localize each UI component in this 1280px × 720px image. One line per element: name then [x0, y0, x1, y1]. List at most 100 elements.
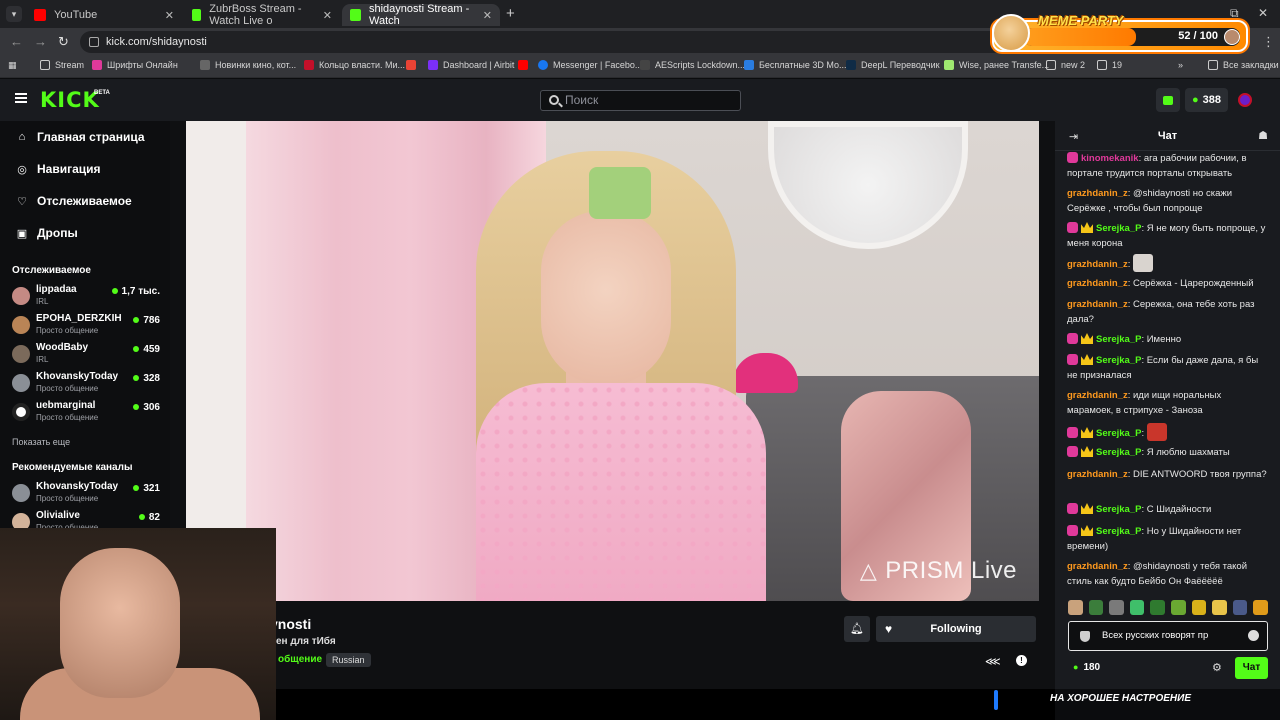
restore-window-icon[interactable]: ⧉ [1230, 6, 1239, 21]
sidebar-item-drops[interactable]: ▣ Дропы [16, 226, 78, 240]
chat-points[interactable]: 180 [1073, 662, 1100, 673]
emote-icon[interactable] [1109, 600, 1124, 615]
tab-zubrboss[interactable]: ZubrBoss Stream - Watch Live o ✕ [184, 3, 340, 27]
video-player[interactable]: PRISM Live [186, 121, 1039, 601]
chat-username[interactable]: Serejka_P [1096, 428, 1141, 439]
chat-text: Но у Шидайности нет времени) [1067, 526, 1242, 552]
tab-shidaynosti[interactable]: shidaynosti Stream - Watch ✕ [342, 3, 500, 27]
follow-button[interactable]: ♥ Following [876, 616, 1036, 642]
forward-icon[interactable]: → [34, 34, 47, 49]
sidebar-channel[interactable]: EPOHA_DERZKIH Просто общение 786 [12, 313, 160, 341]
bookmark-deepl[interactable]: DeepL Переводчик [846, 60, 940, 70]
sidebar-channel[interactable]: lippadaa IRL 1,7 тыс. [12, 284, 160, 312]
bookmark-rings[interactable]: Кольцо власти. Ми... [304, 60, 405, 70]
stream-title: ен для тИбя [276, 636, 336, 647]
bookmark-youtube[interactable] [518, 60, 533, 70]
close-tab-icon[interactable]: ✕ [483, 9, 492, 22]
more-bookmarks-icon[interactable]: » [1178, 60, 1183, 70]
bookmark-aescripts[interactable]: AEScripts Lockdown... [640, 60, 745, 70]
chat-username[interactable]: grazhdanin_z [1067, 390, 1128, 401]
bookmark-all[interactable]: Все закладки [1208, 60, 1279, 70]
sidebar-channel[interactable]: uebmarginal Просто общение 306 [12, 400, 160, 428]
emote-icon[interactable] [1150, 600, 1165, 615]
sidebar-item-following[interactable]: ♡ Отслеживаемое [16, 194, 132, 208]
reload-icon[interactable]: ↻ [58, 34, 69, 50]
chat-username[interactable]: Serejka_P [1096, 334, 1141, 345]
chat-username[interactable]: grazhdanin_z [1067, 561, 1128, 572]
site-info-icon[interactable] [89, 37, 99, 47]
gear-icon[interactable]: ⚙ [1212, 661, 1222, 674]
show-more-link[interactable]: Показать еще [12, 437, 70, 447]
bookmark-movies[interactable]: Новинки кино, кот... [200, 60, 296, 70]
emote-icon[interactable] [1253, 600, 1268, 615]
meme-party-progress-fill [1024, 28, 1137, 46]
following-section-title: Отслеживаемое [12, 265, 91, 276]
chat-input[interactable]: Всех русских говорят пр [1068, 621, 1268, 651]
emote-icon[interactable] [1191, 600, 1207, 615]
bookmark-new2[interactable]: new 2 [1046, 60, 1085, 70]
airbit-icon [428, 60, 438, 70]
bookmark-gmail[interactable] [406, 60, 421, 70]
bookmark-wise[interactable]: Wise, ранее Transfe... [944, 60, 1049, 70]
chat-username[interactable]: grazhdanin_z [1067, 299, 1128, 310]
chat-username[interactable]: Serejka_P [1096, 504, 1141, 515]
bookmark-19[interactable]: 19 [1097, 60, 1122, 70]
language-tag[interactable]: Russian [326, 653, 371, 667]
emote-icon[interactable] [1088, 600, 1104, 615]
emote-icon[interactable] [1129, 600, 1145, 615]
close-window-icon[interactable]: ✕ [1258, 6, 1268, 20]
chat-username[interactable]: Serejka_P [1096, 223, 1141, 234]
tab-search-button[interactable]: ▾ [6, 6, 22, 22]
bookmark-airbit[interactable]: Dashboard | Airbit [428, 60, 514, 70]
webcam-overlay [0, 528, 276, 720]
profile-avatar[interactable] [1234, 88, 1256, 112]
folder-icon [1097, 60, 1107, 70]
points-button[interactable]: ● 388 [1185, 88, 1228, 112]
notification-bell-button[interactable]: 🔔︎ [844, 616, 870, 642]
bookmark-3d-models[interactable]: Бесплатные 3D Мо... [744, 60, 847, 70]
back-icon[interactable]: ← [10, 34, 23, 49]
subscriber-badge-icon [1067, 354, 1078, 365]
chat-username[interactable]: kinomekanik [1081, 153, 1139, 164]
send-chat-button[interactable]: Чат [1235, 657, 1268, 679]
sidebar-channel[interactable]: KhovanskyToday Просто общение 321 [12, 481, 160, 509]
bookmark-messenger[interactable]: Messenger | Facebo... [538, 60, 642, 70]
emoji-icon[interactable] [1248, 630, 1259, 641]
wallet-icon[interactable] [1156, 88, 1180, 112]
chat-text: Именно [1146, 334, 1182, 345]
chat-username[interactable]: grazhdanin_z [1067, 259, 1128, 270]
chat-username[interactable]: grazhdanin_z [1067, 188, 1128, 199]
chat-users-icon[interactable]: ☗ [1258, 129, 1268, 142]
chat-username[interactable]: Serejka_P [1096, 355, 1141, 366]
chat-username[interactable]: Serejka_P [1096, 526, 1141, 537]
info-icon[interactable]: ! [1016, 655, 1027, 666]
bookmark-stream[interactable]: Stream [40, 60, 84, 70]
bookmark-fonts[interactable]: Шрифты Онлайн [92, 60, 178, 70]
emote-icon[interactable] [1232, 600, 1248, 615]
sidebar-item-browse[interactable]: ◎ Навигация [16, 162, 100, 176]
sidebar-channel[interactable]: KhovanskyToday Просто общение 328 [12, 371, 160, 399]
emote-icon[interactable] [1170, 600, 1186, 615]
stream-category[interactable]: общение [278, 654, 322, 665]
chat-username[interactable]: grazhdanin_z [1067, 469, 1128, 480]
chat-username[interactable]: grazhdanin_z [1067, 278, 1128, 289]
share-icon[interactable]: ⋘ [985, 655, 1001, 668]
video-scene-curler [589, 167, 651, 219]
tab-youtube[interactable]: YouTube ✕ [26, 4, 182, 26]
close-tab-icon[interactable]: ✕ [165, 9, 174, 22]
chat-separator: : [1141, 428, 1147, 439]
emote-icon[interactable] [1212, 600, 1227, 615]
url-field[interactable]: kick.com/shidaynosti [80, 31, 1080, 53]
sidebar-item-home[interactable]: ⌂ Главная страница [16, 130, 145, 144]
browser-menu-icon[interactable]: ⋮ [1262, 34, 1275, 50]
sidebar-channel[interactable]: WoodBaby IRL 459 [12, 342, 160, 370]
new-tab-button[interactable]: + [506, 5, 515, 22]
streamer-name[interactable]: ynosti [270, 616, 311, 632]
search-input[interactable]: Поиск [540, 90, 741, 111]
apps-icon[interactable]: ▦ [8, 60, 17, 71]
menu-icon[interactable] [15, 93, 27, 103]
chat-username[interactable]: Serejka_P [1096, 447, 1141, 458]
close-tab-icon[interactable]: ✕ [323, 9, 332, 22]
kick-logo[interactable]: KICK [40, 88, 100, 112]
emote-icon[interactable] [1068, 600, 1083, 615]
